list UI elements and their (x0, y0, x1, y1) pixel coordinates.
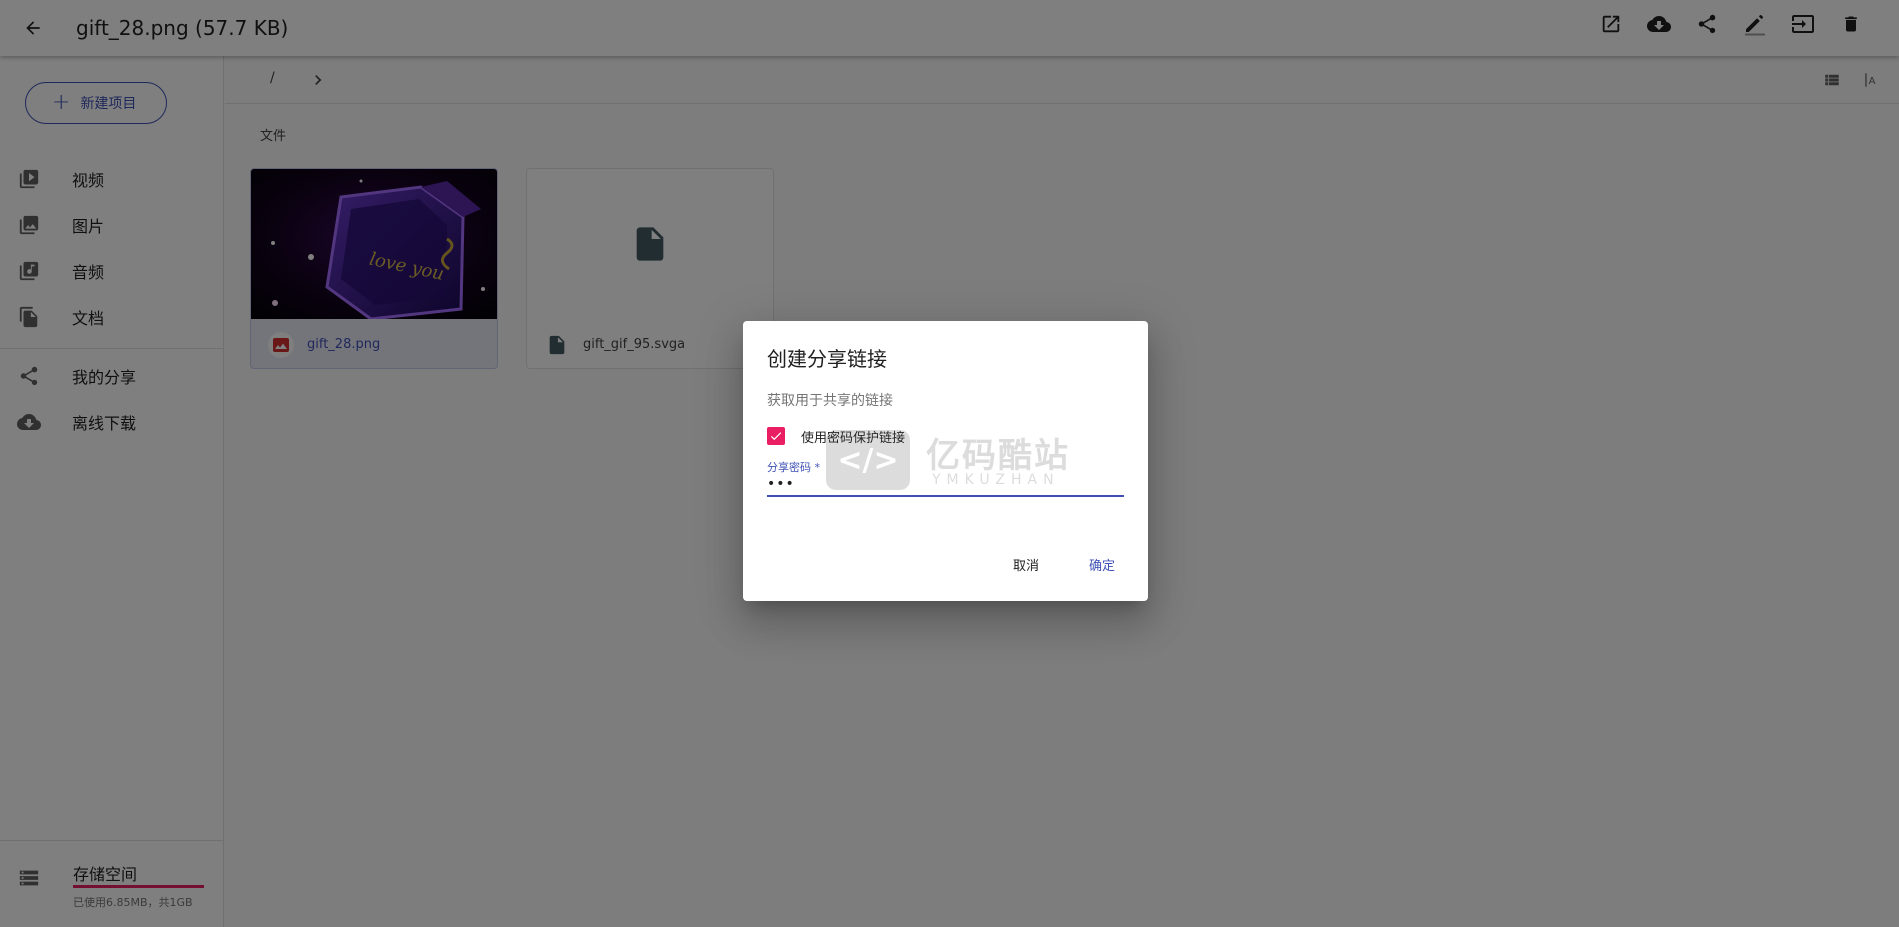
password-protect-label[interactable]: 使用密码保护链接 (801, 427, 905, 446)
confirm-button[interactable]: 确定 (1089, 555, 1115, 574)
share-password-input[interactable] (767, 473, 1124, 497)
dialog-description: 获取用于共享的链接 (767, 393, 893, 409)
share-link-dialog: 创建分享链接 获取用于共享的链接 使用密码保护链接 分享密码 * 取消 确定 (743, 321, 1148, 601)
cancel-button[interactable]: 取消 (1013, 555, 1039, 574)
check-icon (770, 432, 782, 441)
password-protect-checkbox[interactable] (767, 427, 785, 445)
dialog-title: 创建分享链接 (767, 347, 887, 371)
